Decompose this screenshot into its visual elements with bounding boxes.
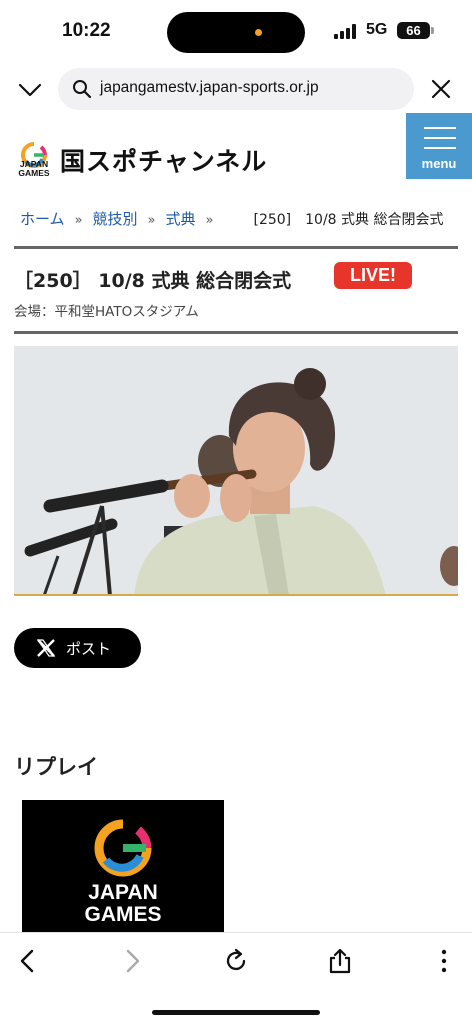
video-player[interactable] [14, 346, 458, 596]
site-title[interactable]: 国スポチャンネル [60, 142, 267, 178]
breadcrumb-ceremony[interactable]: 式典 [166, 210, 196, 228]
status-time: 10:22 [62, 20, 111, 41]
post-label: ポスト [66, 640, 112, 658]
breadcrumb-by-sport[interactable]: 競技別 [93, 210, 138, 228]
battery-icon: 66 [397, 22, 430, 39]
back-icon[interactable] [14, 947, 42, 975]
breadcrumb: ホーム » 競技別 » 式典 » [250] 10/8 式典 総合閉会式 [20, 208, 470, 229]
x-logo-icon [36, 639, 56, 657]
breadcrumb-separator: » [147, 213, 156, 228]
event-title: ［250］ 10/8 式典 総合閉会式 [14, 270, 292, 292]
breadcrumb-separator: » [74, 213, 83, 228]
recording-dot [255, 29, 262, 36]
logo-line-2: GAMES [18, 168, 50, 178]
url-text: japangamestv.japan-sports.or.jp [100, 79, 319, 96]
live-badge: LIVE! [334, 262, 412, 289]
breadcrumb-current: [250] 10/8 式典 総合閉会式 [253, 212, 444, 228]
more-icon[interactable] [430, 947, 458, 975]
divider [14, 331, 458, 334]
reload-icon[interactable] [222, 947, 250, 975]
search-icon [73, 80, 92, 99]
menu-label: menu [421, 156, 457, 171]
dynamic-island [167, 12, 305, 53]
venue-text: 会場：平和堂HATOスタジアム [14, 304, 199, 320]
browser-address-row: japangamestv.japan-sports.or.jp [0, 66, 472, 112]
forward-icon[interactable] [118, 947, 146, 975]
close-icon[interactable] [430, 78, 452, 100]
replay-wordmark-line-2: GAMES [84, 903, 162, 926]
breadcrumb-home[interactable]: ホーム [20, 210, 65, 228]
replay-thumbnail[interactable]: JAPAN GAMES [22, 800, 224, 934]
replay-wordmark: JAPAN GAMES [22, 882, 224, 926]
breadcrumb-separator: » [205, 213, 214, 228]
signal-icon [334, 23, 360, 39]
status-bar: 10:22 5G 66 [0, 0, 472, 62]
replay-section-title: リプレイ [14, 755, 98, 779]
network-label: 5G [366, 21, 388, 38]
share-icon[interactable] [326, 947, 354, 975]
x-post-button[interactable]: ポスト [14, 628, 141, 668]
logo-wordmark: JAPAN GAMES [14, 160, 54, 178]
video-frame-image [14, 346, 458, 594]
japan-games-logo [94, 819, 152, 877]
address-bar[interactable]: japangamestv.japan-sports.or.jp [58, 68, 414, 110]
replay-wordmark-line-1: JAPAN [88, 881, 158, 904]
menu-button[interactable]: menu [406, 113, 472, 179]
battery-cap [431, 27, 434, 34]
divider [14, 246, 458, 249]
home-indicator [152, 1010, 320, 1015]
chevron-down-icon[interactable] [18, 78, 42, 102]
